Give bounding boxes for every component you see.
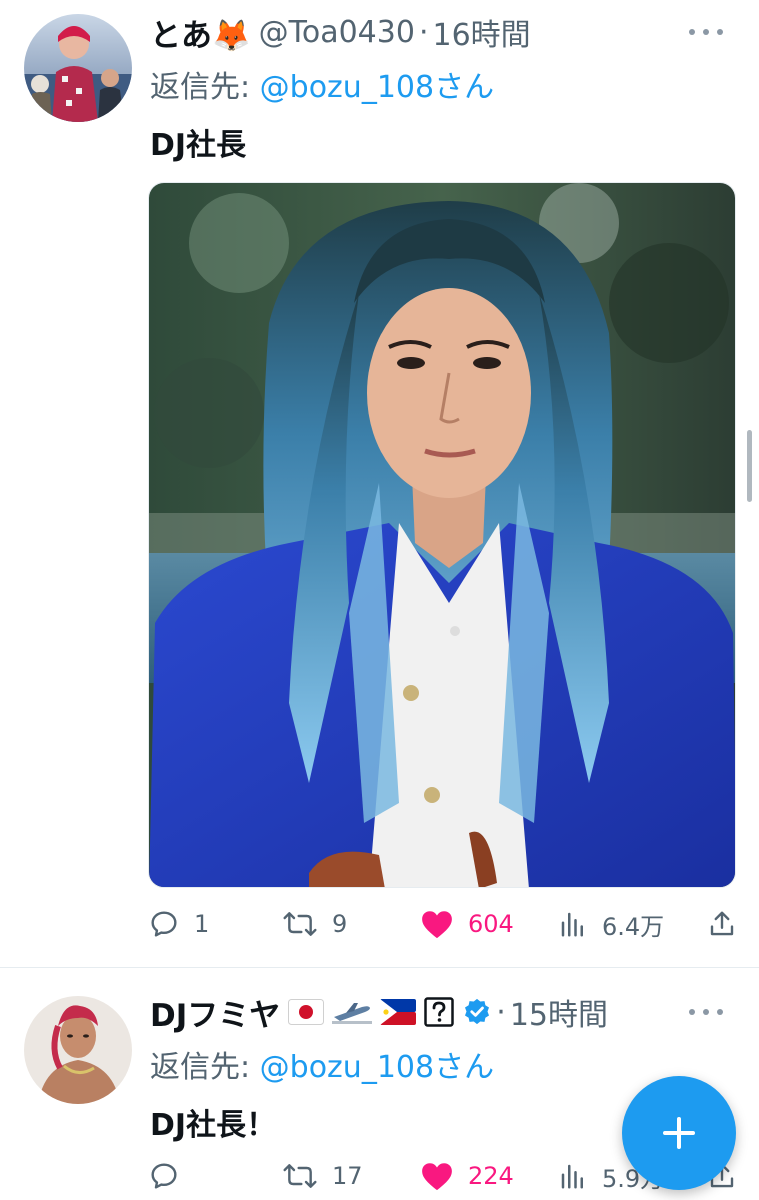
reply-icon bbox=[151, 911, 177, 937]
views-button[interactable]: 6.4万 bbox=[558, 907, 698, 942]
avatar-image bbox=[24, 996, 132, 1104]
reply-button[interactable] bbox=[148, 1160, 282, 1192]
user-handle[interactable]: @Toa0430 bbox=[259, 15, 415, 50]
views-chart-icon bbox=[561, 912, 583, 937]
tweet-item[interactable]: とあ🦊 @Toa0430 · 16時間 返信先: @bozu_108さん DJ社… bbox=[0, 0, 759, 968]
like-button[interactable]: 604 bbox=[420, 908, 558, 940]
timestamp[interactable]: 15時間 bbox=[510, 990, 608, 1034]
retweet-count: 9 bbox=[332, 910, 348, 938]
reply-context: 返信先: @bozu_108さん bbox=[150, 1042, 494, 1086]
separator-dot: · bbox=[418, 14, 429, 50]
japan-flag-icon bbox=[288, 999, 325, 1025]
reply-context: 返信先: @bozu_108さん bbox=[150, 62, 494, 106]
compose-tweet-button[interactable] bbox=[622, 1076, 736, 1190]
airplane-icon bbox=[332, 1003, 373, 1024]
like-count: 604 bbox=[468, 910, 514, 938]
avatar[interactable] bbox=[24, 14, 132, 122]
view-count: 6.4万 bbox=[602, 912, 665, 941]
display-name[interactable]: とあ🦊 bbox=[150, 10, 251, 55]
tweet-media-image[interactable] bbox=[148, 182, 736, 888]
reply-count: 1 bbox=[194, 910, 210, 938]
tweet-header: DJフミヤ · 15時間 bbox=[150, 990, 739, 1035]
scrollbar[interactable] bbox=[747, 430, 752, 502]
reply-prefix: 返信先: bbox=[150, 1050, 260, 1085]
tweet-text: DJ社長！ bbox=[150, 1108, 277, 1143]
like-count: 224 bbox=[468, 1162, 514, 1190]
question-mark-box-icon bbox=[424, 997, 455, 1027]
reply-prefix: 返信先: bbox=[150, 70, 260, 105]
more-options-icon[interactable] bbox=[689, 1002, 723, 1022]
separator-dot: · bbox=[496, 994, 506, 1030]
display-name[interactable]: DJフミヤ bbox=[150, 990, 280, 1035]
retweet-button[interactable]: 9 bbox=[282, 908, 420, 940]
tweet-text: DJ社長 bbox=[150, 128, 247, 163]
heart-icon bbox=[422, 1163, 452, 1191]
heart-icon bbox=[422, 911, 452, 939]
like-button[interactable]: 224 bbox=[420, 1160, 558, 1192]
share-icon bbox=[710, 911, 734, 936]
retweet-icon bbox=[283, 1164, 317, 1188]
share-button[interactable] bbox=[707, 909, 737, 939]
reply-icon bbox=[151, 1163, 177, 1189]
philippines-flag-icon bbox=[380, 999, 417, 1025]
portrait-photo bbox=[149, 183, 735, 887]
reply-mention-link[interactable]: @bozu_108さん bbox=[260, 70, 494, 105]
tweet-actions: 1 9 604 6.4万 bbox=[148, 904, 737, 944]
timestamp[interactable]: 16時間 bbox=[432, 10, 530, 54]
avatar[interactable] bbox=[24, 996, 132, 1104]
verified-badge-icon bbox=[465, 998, 490, 1025]
avatar-image bbox=[24, 14, 132, 122]
tweet-header: とあ🦊 @Toa0430 · 16時間 bbox=[150, 10, 739, 55]
more-options-icon[interactable] bbox=[689, 22, 723, 42]
views-chart-icon bbox=[561, 1164, 583, 1189]
plus-icon bbox=[663, 1117, 695, 1149]
retweet-icon bbox=[283, 912, 317, 936]
retweet-button[interactable]: 17 bbox=[282, 1160, 420, 1192]
reply-button[interactable]: 1 bbox=[148, 908, 282, 940]
reply-mention-link[interactable]: @bozu_108さん bbox=[260, 1050, 494, 1085]
retweet-count: 17 bbox=[332, 1162, 363, 1190]
